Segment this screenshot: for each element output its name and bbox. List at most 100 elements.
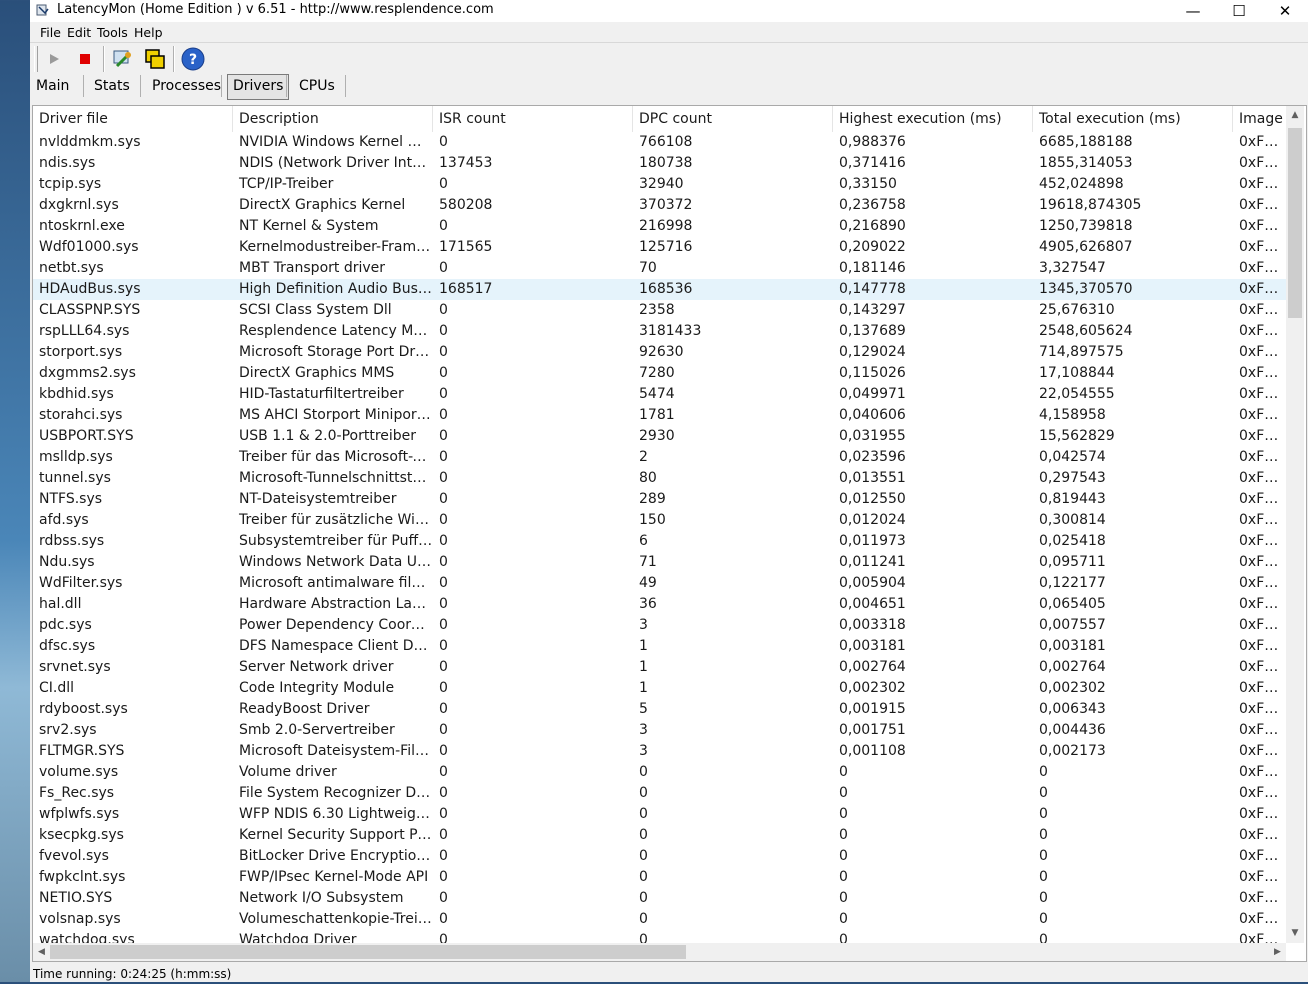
column-header-isr-count[interactable]: ISR count — [433, 106, 633, 132]
dpc-count-cell: 0 — [639, 911, 648, 927]
table-row[interactable]: storport.sys Microsoft Storage Port Drive… — [33, 342, 1286, 363]
table-row[interactable]: NETIO.SYS Network I/O Subsystem 0 0 0 0 0xFFFF — [33, 888, 1286, 909]
column-header-image-base[interactable]: Image b — [1233, 106, 1286, 132]
total-execution-cell: 0,006343 — [1039, 701, 1106, 717]
column-header-description[interactable]: Description — [233, 106, 433, 132]
table-header: Driver file Description ISR count DPC co… — [33, 106, 1306, 132]
scroll-right-arrow-icon[interactable]: ▶ — [1269, 943, 1286, 961]
horizontal-scrollbar[interactable]: ◀ ▶ — [33, 943, 1286, 961]
description-cell: Smb 2.0-Servertreiber — [239, 722, 395, 738]
table-row[interactable]: FLTMGR.SYS Microsoft Dateisystem-Filter-.… — [33, 741, 1286, 762]
table-row[interactable]: dfsc.sys DFS Namespace Client Driver 0 1 0,0… — [33, 636, 1286, 657]
table-row[interactable]: CI.dll Code Integrity Module 0 1 0,002302 0,0… — [33, 678, 1286, 699]
close-button[interactable]: ✕ — [1262, 0, 1308, 22]
table-row[interactable]: Wdf01000.sys Kernelmodustreiber-Framew...… — [33, 237, 1286, 258]
image-base-cell: 0xFFFF — [1239, 722, 1286, 738]
table-row[interactable]: wfplwfs.sys WFP NDIS 6.30 Lightweight ...… — [33, 804, 1286, 825]
description-cell: USB 1.1 & 2.0-Porttreiber — [239, 428, 417, 444]
table-row[interactable]: storahci.sys MS AHCI Storport Miniport D.… — [33, 405, 1286, 426]
table-row[interactable]: ksecpkg.sys Kernel Security Support Pro..… — [33, 825, 1286, 846]
table-row[interactable]: hal.dll Hardware Abstraction Layer ... 0 36… — [33, 594, 1286, 615]
table-row[interactable]: rspLLL64.sys Resplendence Latency Monit..… — [33, 321, 1286, 342]
table-row[interactable]: tcpip.sys TCP/IP-Treiber 0 32940 0,33150 452,… — [33, 174, 1286, 195]
highest-execution-cell: 0,209022 — [839, 239, 906, 255]
table-row[interactable]: Ndu.sys Windows Network Data Usa... 0 71 0,0… — [33, 552, 1286, 573]
menu-tools[interactable]: Tools — [97, 25, 128, 41]
description-cell: DirectX Graphics Kernel — [239, 197, 406, 213]
maximize-button[interactable]: ☐ — [1216, 0, 1262, 22]
table-row[interactable]: CLASSPNP.SYS SCSI Class System Dll 0 2358 0,… — [33, 300, 1286, 321]
table-row[interactable]: ntoskrnl.exe NT Kernel & System 0 216998 0,2… — [33, 216, 1286, 237]
table-row[interactable]: volsnap.sys Volumeschattenkopie-Treiber 0 0… — [33, 909, 1286, 930]
table-row[interactable]: tunnel.sys Microsoft-Tunnelschnittstelle.… — [33, 468, 1286, 489]
table-row[interactable]: Fs_Rec.sys File System Recognizer Driver 0… — [33, 783, 1286, 804]
column-header-driver-file[interactable]: Driver file — [33, 106, 233, 132]
table-row[interactable]: WdFilter.sys Microsoft antimalware file s… — [33, 573, 1286, 594]
table-row[interactable]: dxgkrnl.sys DirectX Graphics Kernel 580208… — [33, 195, 1286, 216]
horizontal-scroll-thumb[interactable] — [50, 945, 686, 959]
highest-execution-cell: 0,011241 — [839, 554, 906, 570]
tab-processes[interactable]: Processes — [147, 74, 226, 98]
start-button[interactable] — [41, 46, 67, 72]
total-execution-cell: 0,003181 — [1039, 638, 1106, 654]
tab-main[interactable]: Main — [31, 74, 74, 98]
menu-edit[interactable]: Edit — [67, 25, 91, 41]
table-row[interactable]: kbdhid.sys HID-Tastaturfiltertreiber 0 5474… — [33, 384, 1286, 405]
table-row[interactable]: srv2.sys Smb 2.0-Servertreiber 0 3 0,001751 0… — [33, 720, 1286, 741]
table-row[interactable]: ndis.sys NDIS (Network Driver Interf... 13… — [33, 153, 1286, 174]
table-row[interactable]: fwpkclnt.sys FWP/IPsec Kernel-Mode API 0 0 0… — [33, 867, 1286, 888]
table-row[interactable]: afd.sys Treiber für zusätzliche WinS... 0 1… — [33, 510, 1286, 531]
scroll-down-arrow-icon[interactable]: ▼ — [1286, 924, 1304, 941]
table-row[interactable]: NTFS.sys NT-Dateisystemtreiber 0 289 0,01255… — [33, 489, 1286, 510]
image-base-cell: 0xFFFF — [1239, 155, 1286, 171]
column-header-highest-execution[interactable]: Highest execution (ms) — [833, 106, 1033, 132]
driver-file-cell: storahci.sys — [39, 407, 123, 423]
table-row[interactable]: nvlddmkm.sys NVIDIA Windows Kernel Mod...… — [33, 132, 1286, 153]
table-row[interactable]: volume.sys Volume driver 0 0 0 0 0xFFFF — [33, 762, 1286, 783]
table-row[interactable]: USBPORT.SYS USB 1.1 & 2.0-Porttreiber 0 293… — [33, 426, 1286, 447]
highest-execution-cell: 0,001915 — [839, 701, 906, 717]
stop-icon — [80, 54, 90, 64]
svg-text:?: ? — [189, 52, 197, 68]
drivers-table[interactable]: Driver file Description ISR count DPC co… — [32, 105, 1307, 962]
table-row[interactable]: HDAudBus.sys High Definition Audio Bus Dr… — [33, 279, 1286, 300]
table-row[interactable]: watchdog.sys Watchdog Driver 0 0 0 0 0xFFFF — [33, 930, 1286, 943]
vertical-scroll-thumb[interactable] — [1288, 128, 1302, 318]
help-button[interactable]: ? — [180, 46, 206, 72]
driver-file-cell: Fs_Rec.sys — [39, 785, 115, 801]
driver-file-cell: dxgkrnl.sys — [39, 197, 119, 213]
table-row[interactable]: pdc.sys Power Dependency Coordin... 0 3 0,00… — [33, 615, 1286, 636]
description-cell: Code Integrity Module — [239, 680, 395, 696]
table-row[interactable]: srvnet.sys Server Network driver 0 1 0,00276… — [33, 657, 1286, 678]
menu-help[interactable]: Help — [134, 25, 163, 41]
table-row[interactable]: dxgmms2.sys DirectX Graphics MMS 0 7280 0,11… — [33, 363, 1286, 384]
dpc-count-cell: 1 — [639, 680, 648, 696]
window-button[interactable] — [142, 46, 168, 72]
scroll-up-arrow-icon[interactable]: ▲ — [1286, 106, 1304, 123]
highest-execution-cell: 0 — [839, 785, 848, 801]
table-row[interactable]: netbt.sys MBT Transport driver 0 70 0,181146… — [33, 258, 1286, 279]
tab-drivers[interactable]: Drivers — [227, 74, 290, 100]
minimize-button[interactable]: — — [1170, 0, 1216, 22]
tab-separator — [83, 75, 84, 97]
tab-stats[interactable]: Stats — [89, 74, 135, 98]
menu-file[interactable]: File — [40, 25, 61, 41]
tab-cpus[interactable]: CPUs — [294, 74, 340, 98]
vertical-scrollbar[interactable]: ▲ ▼ — [1286, 106, 1304, 943]
scroll-left-arrow-icon[interactable]: ◀ — [33, 943, 50, 961]
process-button[interactable] — [110, 46, 136, 72]
description-cell: HID-Tastaturfiltertreiber — [239, 386, 404, 402]
table-row[interactable]: rdyboost.sys ReadyBoost Driver 0 5 0,001915 0… — [33, 699, 1286, 720]
table-row[interactable]: rdbss.sys Subsystemtreiber für Puffer... 0… — [33, 531, 1286, 552]
table-row[interactable]: mslldp.sys Treiber für das Microsoft-Ver.… — [33, 447, 1286, 468]
total-execution-cell: 0,004436 — [1039, 722, 1106, 738]
stop-button[interactable] — [72, 46, 98, 72]
total-execution-cell: 0,002173 — [1039, 743, 1106, 759]
column-header-total-execution[interactable]: Total execution (ms) — [1033, 106, 1233, 132]
table-row[interactable]: fvevol.sys BitLocker Drive Encryption ...… — [33, 846, 1286, 867]
dpc-count-cell: 216998 — [639, 218, 693, 234]
column-header-dpc-count[interactable]: DPC count — [633, 106, 833, 132]
image-base-cell: 0xFFFF — [1239, 449, 1286, 465]
isr-count-cell: 0 — [439, 302, 448, 318]
driver-file-cell: hal.dll — [39, 596, 82, 612]
